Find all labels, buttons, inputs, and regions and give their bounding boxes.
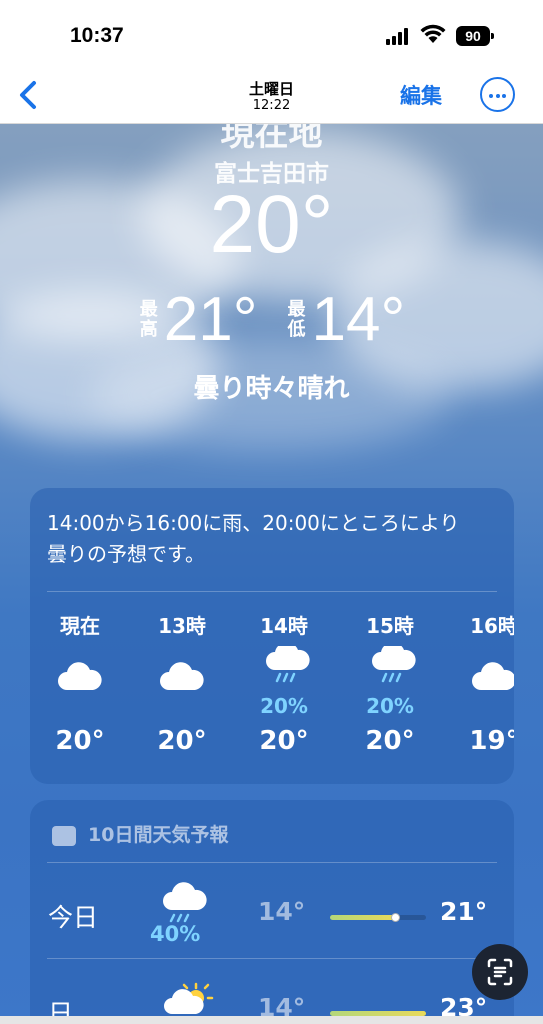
live-text-button[interactable] — [472, 944, 528, 1000]
forecast-summary: 14:00から16:00に雨、20:00にところにより曇りの予想です。 — [47, 511, 460, 566]
divider — [47, 591, 497, 592]
bottom-strip — [0, 1016, 543, 1024]
hour-item[interactable]: 14時 20% 20° — [234, 610, 334, 756]
status-time: 10:37 — [70, 24, 124, 47]
low-temperature: 14° — [258, 897, 306, 926]
hour-temperature: 20° — [55, 726, 105, 756]
hour-temperature: 20° — [157, 726, 207, 756]
current-temperature: 20° — [209, 179, 334, 270]
text-scan-icon — [487, 958, 513, 986]
hour-label: 14時 — [260, 614, 308, 638]
hour-label: 16時 — [470, 614, 514, 638]
hour-label: 13時 — [158, 614, 206, 638]
divider — [47, 862, 497, 863]
ten-day-header: 10日間天気予報 — [52, 820, 228, 847]
temperature-range-fill — [330, 915, 396, 920]
battery-icon: 90 — [456, 26, 494, 46]
high-low: 最高21° 最低14° — [0, 284, 543, 355]
precipitation-chance: 20% — [260, 694, 308, 718]
hour-item[interactable]: 現在 20° — [30, 610, 130, 756]
hour-temperature: 20° — [259, 726, 309, 756]
ten-day-forecast-card[interactable]: 10日間天気予報 今日 40% 14° 21° 日 14° 23° — [30, 800, 514, 1024]
weather-condition: 曇り時々晴れ — [193, 374, 350, 404]
high-temperature: 21° — [163, 285, 258, 354]
hour-item[interactable]: 13時 20° — [132, 610, 232, 756]
hour-temperature: 20° — [365, 726, 415, 756]
high-label: 最高 — [139, 298, 158, 340]
hour-item-clip: 16時 19° — [444, 488, 514, 784]
low-temperature: 14° — [311, 285, 406, 354]
high-temperature: 21° — [440, 897, 488, 926]
divider — [47, 958, 497, 959]
low-label: 最低 — [287, 298, 306, 340]
nav-title: 土曜日 — [248, 80, 294, 98]
cellular-signal-icon — [386, 28, 412, 45]
wifi-icon — [420, 24, 446, 43]
nav-bar: 土曜日 12:22 編集 — [0, 70, 543, 124]
edit-button[interactable]: 編集 — [400, 80, 442, 110]
hour-temperature: 19° — [469, 726, 514, 756]
ten-day-title: 10日間天気予報 — [88, 824, 229, 846]
hour-label: 15時 — [366, 614, 414, 638]
day-row[interactable]: 今日 40% 14° 21° — [30, 880, 514, 970]
cloud-icon — [30, 640, 130, 710]
hour-label: 現在 — [60, 614, 100, 638]
current-temperature-dot — [391, 913, 401, 922]
status-bar: 10:37 90 — [0, 0, 543, 70]
hour-item[interactable]: 16時 19° — [444, 610, 514, 756]
precipitation-chance: 20% — [366, 694, 414, 718]
cloud-icon — [132, 640, 232, 710]
more-options-button[interactable] — [480, 77, 515, 112]
nav-subtitle: 12:22 — [252, 98, 291, 113]
hour-item[interactable]: 15時 20% 20° — [340, 610, 440, 756]
day-name: 今日 — [48, 903, 99, 932]
cloud-icon — [444, 640, 514, 710]
temperature-range-bar — [330, 913, 426, 922]
hourly-forecast-card[interactable]: 14:00から16:00に雨、20:00にところにより曇りの予想です。 現在 2… — [30, 488, 514, 784]
calendar-icon — [52, 825, 76, 846]
precipitation-chance: 40% — [150, 922, 201, 946]
